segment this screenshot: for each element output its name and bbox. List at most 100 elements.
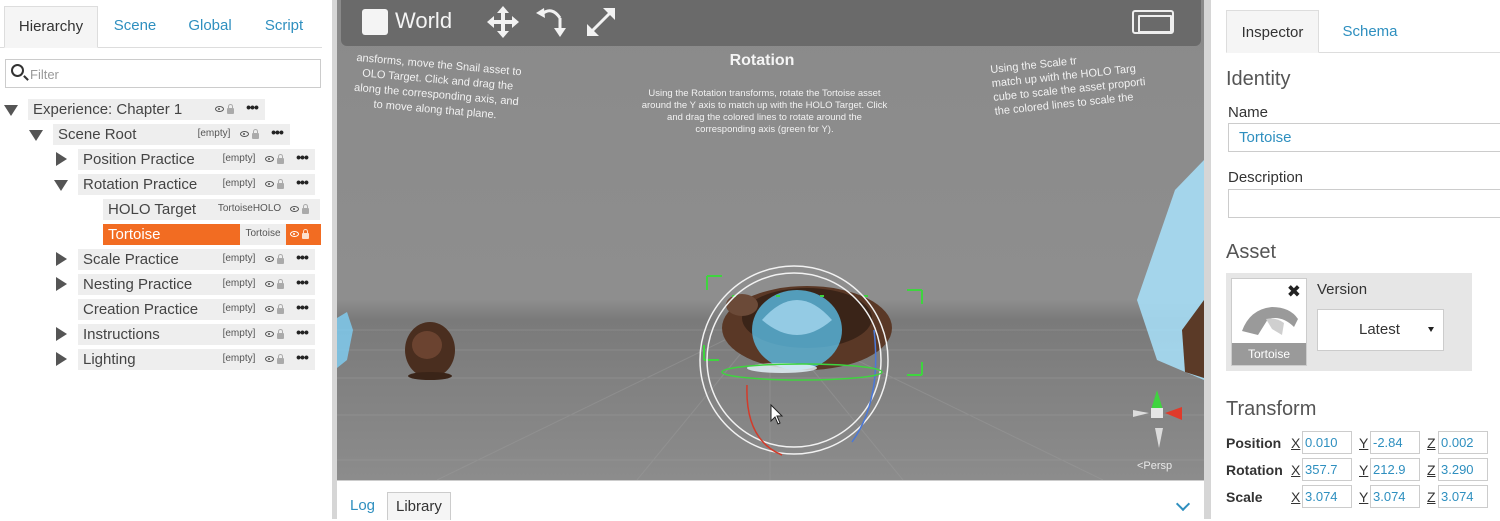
scale-label: Scale <box>1226 489 1263 505</box>
expand-arrow-icon[interactable] <box>56 252 67 266</box>
rotation-z-field[interactable]: 3.290 <box>1438 458 1488 481</box>
description-label: Description <box>1228 169 1304 186</box>
visibility-lock-icon[interactable] <box>261 274 289 295</box>
visibility-lock-icon[interactable] <box>211 99 239 120</box>
hierarchy-tabs: Hierarchy Scene Global Script <box>0 6 322 48</box>
tab-inspector[interactable]: Inspector <box>1226 10 1319 53</box>
position-y-field[interactable]: -2.84 <box>1370 431 1420 454</box>
position-x-field[interactable]: 0.010 <box>1302 431 1352 454</box>
rotation-x-field[interactable]: 357.7 <box>1302 458 1352 481</box>
tree-row-label: Position Practice <box>78 149 217 170</box>
visibility-lock-icon[interactable] <box>261 324 289 345</box>
scene-viewport[interactable]: World Rotation ansforms, move the Snail … <box>337 0 1204 480</box>
more-options-button[interactable]: ••• <box>289 349 315 370</box>
asset-heading: Asset <box>1226 241 1277 263</box>
tab-global[interactable]: Global <box>178 6 242 48</box>
more-options-button[interactable]: ••• <box>289 249 315 270</box>
asset-tag: [empty] <box>217 324 261 345</box>
tree-row-label: Scene Root <box>53 124 192 145</box>
rotation-y-field[interactable]: 212.9 <box>1370 458 1420 481</box>
rotate-tool-icon[interactable] <box>534 4 570 40</box>
search-icon <box>11 64 24 77</box>
collapse-arrow-icon[interactable] <box>54 180 68 191</box>
axis-z-label: Z <box>1427 435 1436 451</box>
more-options-button[interactable]: ••• <box>239 99 265 120</box>
name-field[interactable]: Tortoise <box>1228 123 1500 152</box>
visibility-lock-icon[interactable] <box>286 224 321 245</box>
hierarchy-panel: Hierarchy Scene Global Script Experience… <box>0 0 332 519</box>
tab-scene[interactable]: Scene <box>104 6 166 48</box>
scale-x-field[interactable]: 3.074 <box>1302 485 1352 508</box>
identity-heading: Identity <box>1226 68 1291 90</box>
tree-row-label: Experience: Chapter 1 <box>28 99 211 120</box>
transform-heading: Transform <box>1226 398 1317 420</box>
tree-row-label: Scale Practice <box>78 249 217 270</box>
axis-y-label: Y <box>1359 489 1369 505</box>
asset-caption: Tortoise <box>1232 343 1306 365</box>
visibility-lock-icon[interactable] <box>261 299 289 320</box>
move-tool-icon[interactable] <box>485 4 521 40</box>
snail-model <box>405 322 455 380</box>
more-options-button[interactable]: ••• <box>289 299 315 320</box>
inspector-panel: Inspector Schema Identity Name Tortoise … <box>1211 0 1500 519</box>
tree-row-label: Tortoise <box>103 224 240 245</box>
visibility-lock-icon[interactable] <box>261 249 289 270</box>
scale-y-field[interactable]: 3.074 <box>1370 485 1420 508</box>
tab-log[interactable]: Log <box>342 492 383 520</box>
expand-arrow-icon[interactable] <box>56 352 67 366</box>
asset-tag: [empty] <box>217 274 261 295</box>
tree-row-label: Rotation Practice <box>78 174 217 195</box>
axis-y-label: Y <box>1359 435 1369 451</box>
axis-x-label: X <box>1291 489 1301 505</box>
more-options-button[interactable]: ••• <box>289 174 315 195</box>
tab-library[interactable]: Library <box>387 492 451 520</box>
chevron-down-icon[interactable] <box>1175 496 1191 512</box>
axis-x-label: X <box>1291 435 1301 451</box>
visibility-lock-icon[interactable] <box>286 199 314 220</box>
scale-z-field[interactable]: 3.074 <box>1438 485 1488 508</box>
expand-arrow-icon[interactable] <box>56 327 67 341</box>
dropdown-arrow-icon <box>1428 327 1434 332</box>
remove-asset-button[interactable]: ✖ <box>1287 282 1301 302</box>
filter-box <box>5 59 321 88</box>
scale-tool-icon[interactable] <box>583 4 619 40</box>
tab-schema[interactable]: Schema <box>1330 10 1410 53</box>
world-space-checkbox[interactable] <box>362 9 388 35</box>
more-options-button[interactable] <box>314 199 320 220</box>
fullscreen-button[interactable] <box>1132 10 1174 34</box>
expand-arrow-icon[interactable] <box>56 152 67 166</box>
rotation-instructions: Using the Rotation transforms, rotate th… <box>641 88 888 135</box>
asset-tag: [empty] <box>217 174 261 195</box>
more-options-button[interactable]: ••• <box>264 124 290 145</box>
asset-tag: TortoiseHOLO <box>213 199 286 220</box>
visibility-lock-icon[interactable] <box>261 349 289 370</box>
more-options-button[interactable]: ••• <box>289 274 315 295</box>
asset-tag: [empty] <box>217 249 261 270</box>
asset-tag: [empty] <box>217 149 261 170</box>
tree-row-label: HOLO Target <box>103 199 213 220</box>
filter-input[interactable] <box>30 64 310 84</box>
expand-arrow-icon[interactable] <box>56 277 67 291</box>
visibility-lock-icon[interactable] <box>236 124 264 145</box>
perspective-toggle[interactable]: <Persp <box>1137 460 1172 472</box>
position-z-field[interactable]: 0.002 <box>1438 431 1488 454</box>
version-label: Version <box>1317 281 1368 298</box>
tree-row-label: Instructions <box>78 324 217 345</box>
more-options-button[interactable]: ••• <box>289 149 315 170</box>
tab-script[interactable]: Script <box>254 6 314 48</box>
asset-tag: [empty] <box>217 349 261 370</box>
version-value: Latest <box>1359 321 1400 338</box>
tree-row-label: Nesting Practice <box>78 274 217 295</box>
panel-splitter[interactable] <box>1204 0 1211 519</box>
collapse-arrow-icon[interactable] <box>4 105 18 116</box>
visibility-lock-icon[interactable] <box>261 174 289 195</box>
tab-hierarchy[interactable]: Hierarchy <box>4 6 98 48</box>
visibility-lock-icon[interactable] <box>261 149 289 170</box>
description-field[interactable] <box>1228 189 1500 218</box>
name-label: Name <box>1228 104 1269 121</box>
collapse-arrow-icon[interactable] <box>29 130 43 141</box>
orientation-gizmo-icon[interactable] <box>1133 390 1182 448</box>
more-options-button[interactable]: ••• <box>289 324 315 345</box>
asset-thumbnail[interactable]: ✖ Tortoise <box>1231 278 1307 366</box>
version-select[interactable]: Latest <box>1317 309 1444 351</box>
